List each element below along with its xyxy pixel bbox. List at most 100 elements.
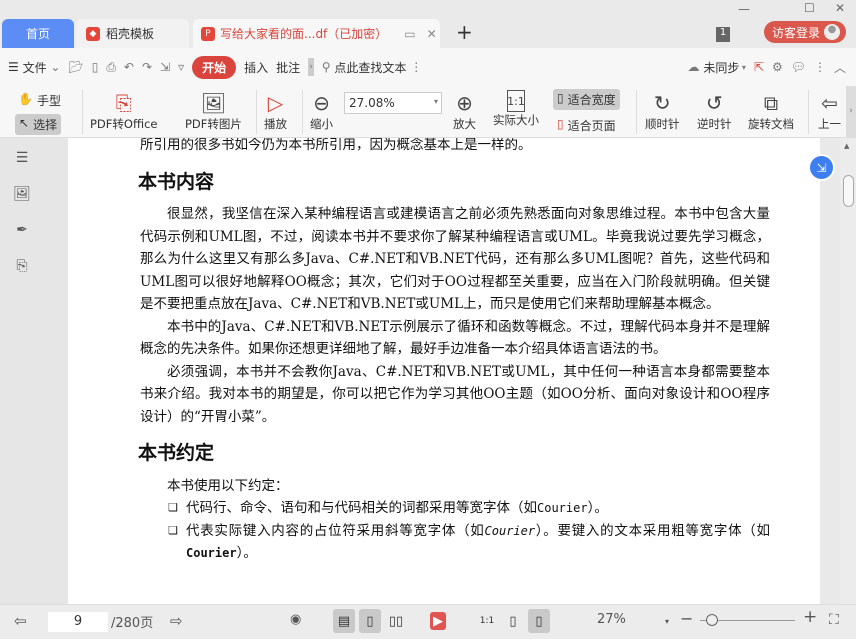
close-tab-icon[interactable]: ✕: [427, 27, 437, 41]
list-item: 代码行、命令、语句和与代码相关的词都采用等宽字体（如Courier）。: [168, 497, 770, 520]
actual-size-icon[interactable]: 1:1: [476, 609, 498, 633]
button-label: 适合页面: [567, 119, 616, 133]
hand-tool[interactable]: ✋ 手型: [18, 92, 61, 109]
hand-icon: ✋: [18, 92, 33, 106]
rotate-counter-button[interactable]: ↺ 逆时针: [697, 90, 732, 132]
sync-status[interactable]: ☁ 未同步 ▾: [688, 59, 746, 76]
open-icon[interactable]: 📂︎: [68, 60, 83, 74]
hand-label: 手型: [36, 94, 61, 108]
prev-page-icon[interactable]: ⇦: [14, 612, 27, 630]
close-window-button[interactable]: ✕: [835, 1, 845, 15]
outline-icon[interactable]: ☰: [13, 150, 31, 168]
tab-home[interactable]: 首页: [2, 19, 74, 48]
zoom-value: 27.08%: [349, 96, 395, 110]
maximize-button[interactable]: ☐: [804, 1, 815, 15]
vertical-scrollbar[interactable]: ▲: [840, 138, 856, 604]
zoom-in-button[interactable]: ⊕ 放大: [453, 90, 476, 132]
search-box[interactable]: ⚲ 点此查找文本 ⋮: [322, 59, 422, 76]
tab-label: 写给大家看的面...df（已加密）: [220, 27, 388, 41]
text: ）。: [587, 500, 608, 516]
button-label: 逆时针: [697, 117, 732, 131]
ribbon-scroll-right[interactable]: ›: [846, 86, 856, 138]
tab-templates[interactable]: ◆ 稻壳模板: [76, 19, 189, 48]
tab-document[interactable]: P 写给大家看的面...df（已加密） ▭ ✕: [193, 19, 440, 48]
rotate-clockwise-button[interactable]: ↻ 顺时针: [645, 90, 680, 132]
fit-page-icon[interactable]: ▯: [502, 609, 524, 633]
pdf-to-image-button[interactable]: 🖼︎ PDF转图片: [185, 90, 242, 132]
button-label: PDF转Office: [90, 117, 158, 131]
text: 代码行、命令、语句和与代码相关的词都采用等宽字体（如: [186, 500, 537, 516]
window-count-badge[interactable]: 1: [716, 27, 730, 42]
convert-icon[interactable]: ⎘: [13, 258, 31, 276]
next-page-icon[interactable]: ⇨: [170, 612, 183, 630]
search-icon: ⚲: [321, 60, 335, 74]
tab-start[interactable]: 开始: [192, 55, 237, 79]
zoom-in-icon: ⊕: [456, 91, 473, 115]
login-button[interactable]: 访客登录 ●: [764, 21, 846, 43]
fit-width-icon[interactable]: ▯: [528, 609, 550, 633]
new-tab-button[interactable]: +: [456, 20, 473, 44]
paragraph: 所引用的很多书如今仍为本书所引用，因为概念基本上是一样的。: [140, 138, 532, 153]
more-icon: ⋮: [406, 60, 423, 74]
redo-icon[interactable]: ↷: [142, 60, 152, 74]
continuous-view-icon[interactable]: ▯: [359, 609, 381, 633]
collapse-icon[interactable]: ︿: [834, 59, 846, 76]
page-number-input[interactable]: 9: [48, 612, 108, 632]
scrollbar-thumb[interactable]: [843, 175, 854, 207]
cloud-icon: ☁: [687, 60, 704, 74]
actual-size-button[interactable]: 1:1 实际大小: [493, 90, 539, 128]
convert-word-icon: ⇲: [816, 160, 827, 175]
rotate-document-button[interactable]: ⧉ 旋转文档: [748, 90, 794, 132]
eye-protect-icon[interactable]: ◉: [290, 612, 301, 627]
search-label: 点此查找文本: [334, 60, 407, 75]
print-icon[interactable]: ⎙: [106, 60, 116, 75]
more-icon[interactable]: ⋮: [814, 60, 826, 74]
fit-width-button[interactable]: ▯ 适合宽度: [553, 89, 620, 110]
undo-icon[interactable]: ↶: [124, 60, 134, 74]
chevron-down-icon: ⌄: [46, 60, 61, 74]
tab-label: 首页: [25, 27, 50, 41]
settings-icon[interactable]: ⚙: [772, 60, 783, 74]
zoom-in-button[interactable]: +: [803, 607, 817, 627]
annotation-pen-icon[interactable]: ✒: [13, 222, 31, 240]
pin-icon[interactable]: ▭: [404, 27, 415, 41]
zoom-percent[interactable]: 27%: [597, 612, 626, 627]
two-page-view-icon[interactable]: ▯▯: [385, 609, 407, 633]
more-dropdown-icon[interactable]: ▿: [178, 60, 184, 74]
text: ）。要键入的文本采用粗等宽字体（如: [535, 522, 770, 539]
scroll-up-icon[interactable]: ▲: [844, 142, 849, 150]
chevron-down-icon[interactable]: ▾: [665, 617, 669, 626]
prev-page-button[interactable]: ⇦ 上一: [818, 90, 841, 132]
chevron-down-icon: ▾: [739, 62, 746, 72]
zoom-out-button[interactable]: −: [680, 609, 693, 628]
login-label: 访客登录: [772, 25, 821, 40]
export-icon[interactable]: ⇲: [160, 60, 170, 74]
zoom-select[interactable]: 27.08% ▾: [344, 92, 442, 114]
play-icon[interactable]: ▶: [430, 612, 446, 630]
zoom-out-button[interactable]: ⊖ 缩小: [310, 90, 333, 132]
document-content: 所引用的很多书如今仍为本书所引用，因为概念基本上是一样的。 本书内容 很显然，我…: [138, 138, 770, 565]
single-page-view-icon[interactable]: ▤: [333, 609, 355, 633]
tab-insert[interactable]: 插入: [244, 59, 268, 76]
save-icon[interactable]: ▯: [92, 60, 99, 74]
select-tool[interactable]: ↖ 选择: [15, 114, 62, 135]
pdf-to-office-button[interactable]: ⎘ PDF转Office: [90, 90, 157, 132]
rotate-cw-icon: ↻: [653, 91, 671, 115]
button-label: 旋转文档: [748, 117, 794, 131]
paragraph: 本书使用以下约定：: [167, 477, 289, 494]
scroll-tabs-button[interactable]: ›: [308, 58, 314, 76]
tab-bar: 首页 ◆ 稻壳模板 P 写给大家看的面...df（已加密） ▭ ✕ + — ☐ ✕ 1 …: [0, 0, 856, 48]
play-button[interactable]: ▷ 播放: [264, 90, 287, 132]
zoom-out-icon: ⊖: [313, 91, 330, 115]
fit-page-button[interactable]: ▯ 适合页面: [557, 117, 616, 134]
minimize-button[interactable]: —: [738, 2, 750, 16]
fullscreen-icon[interactable]: ⛶: [829, 612, 839, 628]
tab-annotate[interactable]: 批注: [276, 59, 300, 76]
thumbnail-icon[interactable]: 🖼︎: [13, 186, 31, 204]
zoom-slider-handle[interactable]: [706, 614, 718, 626]
convert-float-button[interactable]: ⇲: [808, 154, 835, 181]
file-menu[interactable]: ☰ 文件 ⌄: [8, 59, 60, 76]
list-item: 代表实际键入内容的占位符采用斜等宽字体（如Courier）。要键入的文本采用粗等…: [168, 520, 770, 565]
comment-icon[interactable]: 💬︎: [791, 60, 806, 74]
share-icon[interactable]: ⇱: [754, 60, 764, 74]
